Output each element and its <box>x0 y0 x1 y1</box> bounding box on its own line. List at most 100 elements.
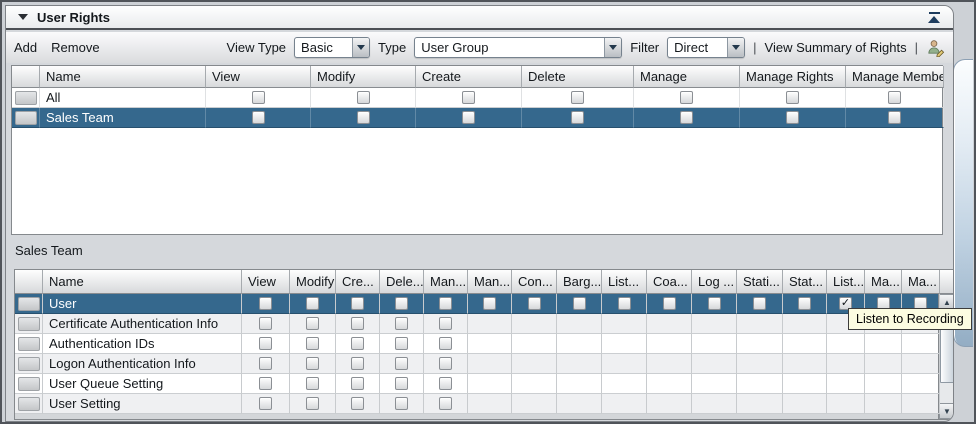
checkbox[interactable] <box>395 337 408 350</box>
checkbox[interactable] <box>573 297 586 310</box>
column-header-ma[interactable]: Ma... <box>902 270 940 294</box>
checkbox[interactable] <box>680 111 693 124</box>
column-header-list[interactable]: List... <box>602 270 647 294</box>
column-header-coa[interactable]: Coa... <box>647 270 692 294</box>
checkbox[interactable] <box>395 317 408 330</box>
checkbox[interactable] <box>357 91 370 104</box>
checkbox[interactable] <box>351 297 364 310</box>
column-header-name[interactable]: Name <box>43 270 242 294</box>
checkbox[interactable] <box>395 357 408 370</box>
checkbox[interactable] <box>252 91 265 104</box>
table-row[interactable]: Authentication IDs <box>15 334 938 354</box>
checkbox[interactable] <box>357 111 370 124</box>
row-selector[interactable] <box>15 354 43 374</box>
row-selector-button[interactable] <box>18 317 40 331</box>
checkbox[interactable] <box>439 317 452 330</box>
column-header-manage-membe[interactable]: Manage Membe... <box>846 66 944 88</box>
column-header-stati[interactable]: Stati... <box>737 270 783 294</box>
column-header-man[interactable]: Man... <box>468 270 512 294</box>
column-header-delete[interactable]: Delete <box>522 66 634 88</box>
view-type-select[interactable]: Basic <box>294 37 370 58</box>
checkbox[interactable] <box>708 297 721 310</box>
section-collapse-arrow-icon[interactable] <box>18 14 28 20</box>
row-selector-button[interactable] <box>18 337 40 351</box>
row-selector-button[interactable] <box>18 397 40 411</box>
column-header-barg[interactable]: Barg... <box>557 270 602 294</box>
column-header-view[interactable]: View <box>206 66 311 88</box>
checkbox[interactable] <box>439 297 452 310</box>
row-selector[interactable] <box>15 374 43 394</box>
filter-select[interactable]: Direct <box>667 37 745 58</box>
column-header-man[interactable]: Man... <box>424 270 468 294</box>
column-header-modify[interactable]: Modify <box>311 66 416 88</box>
remove-button[interactable]: Remove <box>51 40 99 55</box>
table-row[interactable]: User <box>15 294 938 314</box>
row-selector-button[interactable] <box>15 91 37 105</box>
checkbox[interactable] <box>439 397 452 410</box>
checkbox[interactable] <box>306 297 319 310</box>
checkbox[interactable] <box>786 91 799 104</box>
collapse-panel-button[interactable] <box>925 10 943 25</box>
checkbox[interactable] <box>306 337 319 350</box>
checkbox[interactable] <box>663 297 676 310</box>
checkbox[interactable] <box>528 297 541 310</box>
checkbox[interactable] <box>462 111 475 124</box>
checkbox[interactable] <box>259 377 272 390</box>
column-header-log[interactable]: Log ... <box>692 270 737 294</box>
checkbox[interactable] <box>351 397 364 410</box>
checkbox[interactable] <box>259 357 272 370</box>
checkbox[interactable] <box>571 111 584 124</box>
checkbox[interactable] <box>786 111 799 124</box>
user-edit-button[interactable] <box>926 38 945 57</box>
checkbox[interactable] <box>798 297 811 310</box>
checkbox[interactable] <box>252 111 265 124</box>
row-selector-button[interactable] <box>18 377 40 391</box>
checkbox[interactable] <box>306 357 319 370</box>
checkbox[interactable] <box>395 297 408 310</box>
column-header-name[interactable]: Name <box>40 66 206 88</box>
column-header-modify[interactable]: Modify <box>290 270 336 294</box>
checkbox[interactable] <box>259 337 272 350</box>
column-header-view[interactable]: View <box>242 270 290 294</box>
row-selector-button[interactable] <box>18 357 40 371</box>
row-selector[interactable] <box>12 108 40 128</box>
row-selector[interactable] <box>15 314 43 334</box>
checkbox[interactable] <box>259 317 272 330</box>
checkbox[interactable] <box>483 297 496 310</box>
column-header-cre[interactable]: Cre... <box>336 270 380 294</box>
checkbox[interactable] <box>259 397 272 410</box>
checkbox[interactable] <box>306 317 319 330</box>
table-row[interactable]: User Queue Setting <box>15 374 938 394</box>
row-selector[interactable] <box>15 394 43 414</box>
checkbox[interactable] <box>439 337 452 350</box>
checkbox[interactable] <box>888 111 901 124</box>
table-row[interactable]: Logon Authentication Info <box>15 354 938 374</box>
checkbox[interactable] <box>888 91 901 104</box>
column-header-manage[interactable]: Manage <box>634 66 740 88</box>
add-button[interactable]: Add <box>14 40 37 55</box>
table-row[interactable]: Sales Team <box>12 108 942 128</box>
checkbox[interactable] <box>351 317 364 330</box>
column-header-list[interactable]: List... <box>827 270 865 294</box>
column-header-manage-rights[interactable]: Manage Rights <box>740 66 846 88</box>
table-row[interactable]: User Setting <box>15 394 938 414</box>
table-row[interactable]: Certificate Authentication Info <box>15 314 938 334</box>
scrollbar-track[interactable] <box>939 384 954 403</box>
checkbox[interactable] <box>439 377 452 390</box>
type-select[interactable]: User Group <box>414 37 622 58</box>
vertical-scrollbar[interactable]: ▲ ▼ <box>939 269 954 420</box>
checkbox[interactable] <box>618 297 631 310</box>
checkbox[interactable] <box>395 377 408 390</box>
checkbox[interactable] <box>306 397 319 410</box>
checkbox[interactable] <box>395 397 408 410</box>
scroll-down-button[interactable]: ▼ <box>939 403 954 419</box>
column-header-stat[interactable]: Stat... <box>783 270 827 294</box>
column-header-dele[interactable]: Dele... <box>380 270 424 294</box>
column-header-ma[interactable]: Ma... <box>865 270 902 294</box>
checkbox[interactable] <box>462 91 475 104</box>
checkbox[interactable] <box>306 377 319 390</box>
checkbox[interactable] <box>571 91 584 104</box>
column-header-con[interactable]: Con... <box>512 270 557 294</box>
checkbox[interactable] <box>259 297 272 310</box>
checkbox[interactable] <box>351 357 364 370</box>
